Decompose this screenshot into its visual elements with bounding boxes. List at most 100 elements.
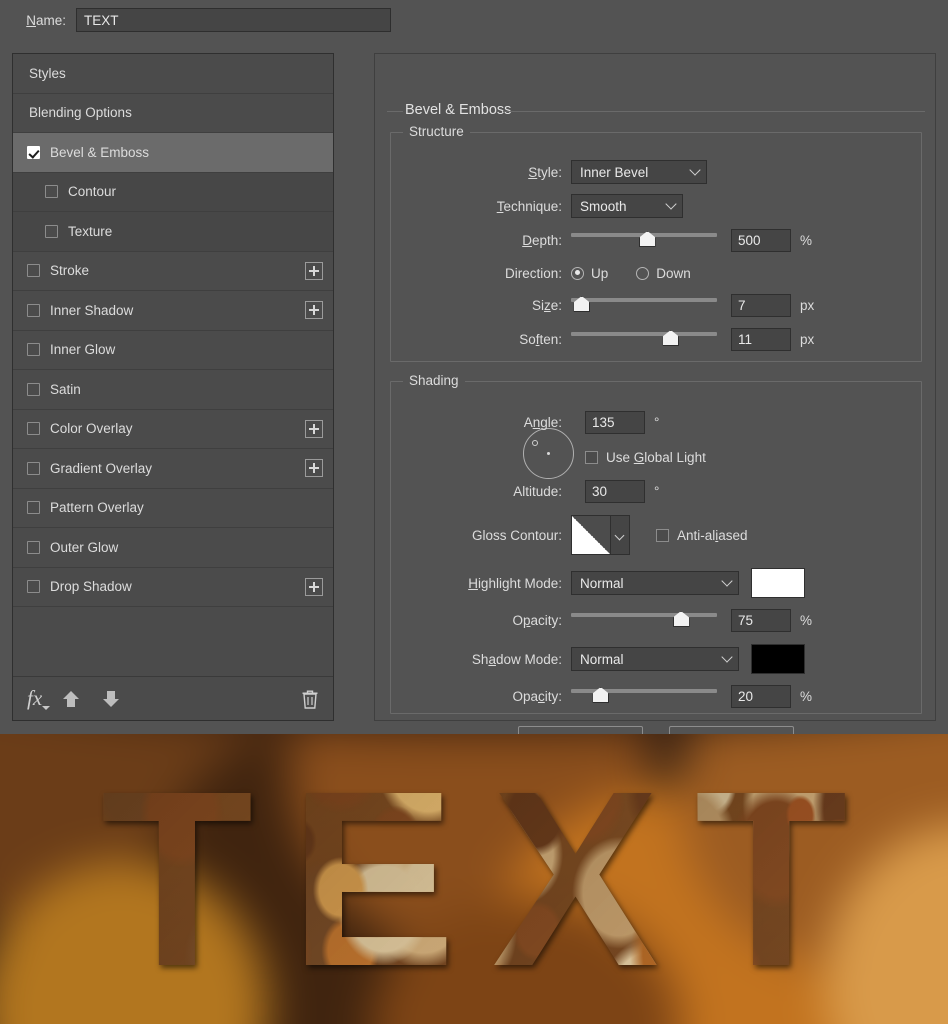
style-row-gradient-overlay[interactable]: Gradient Overlay bbox=[13, 449, 333, 489]
technique-select-wrap[interactable]: Smooth bbox=[571, 194, 683, 218]
style-select-wrap[interactable]: Inner Bevel bbox=[571, 160, 707, 184]
direction-up-radio[interactable] bbox=[571, 267, 584, 280]
style-row-label: Blending Options bbox=[29, 105, 132, 120]
shadow-color-swatch[interactable] bbox=[751, 644, 805, 674]
highlight-mode-row: Highlight Mode: Normal bbox=[391, 567, 921, 599]
highlight-opacity-slider[interactable] bbox=[571, 609, 717, 631]
add-effect-icon[interactable] bbox=[305, 262, 323, 280]
move-down-icon[interactable] bbox=[102, 689, 122, 709]
style-row-label: Inner Shadow bbox=[50, 303, 133, 318]
style-row-label: Inner Glow bbox=[50, 342, 115, 357]
style-checkbox[interactable] bbox=[45, 225, 58, 238]
style-select[interactable]: Inner Bevel bbox=[571, 160, 707, 184]
highlight-mode-select[interactable]: Normal bbox=[571, 571, 739, 595]
shadow-opacity-input[interactable] bbox=[731, 685, 791, 708]
depth-label: Depth: bbox=[391, 233, 571, 248]
style-row-inner-glow[interactable]: Inner Glow bbox=[13, 331, 333, 371]
style-label: Style: bbox=[391, 165, 571, 180]
style-row-inner-shadow[interactable]: Inner Shadow bbox=[13, 291, 333, 331]
direction-row: Direction: Up Down bbox=[391, 260, 921, 286]
style-row-satin[interactable]: Satin bbox=[13, 370, 333, 410]
highlight-opacity-input[interactable] bbox=[731, 609, 791, 632]
shadow-opacity-slider[interactable] bbox=[571, 685, 717, 707]
add-effect-icon[interactable] bbox=[305, 301, 323, 319]
style-checkbox[interactable] bbox=[27, 146, 40, 159]
style-row-outer-glow[interactable]: Outer Glow bbox=[13, 528, 333, 568]
style-checkbox[interactable] bbox=[27, 580, 40, 593]
style-row-drop-shadow[interactable]: Drop Shadow bbox=[13, 568, 333, 608]
use-global-light-label: Use Global Light bbox=[606, 450, 706, 465]
shadow-mode-select[interactable]: Normal bbox=[571, 647, 739, 671]
trash-icon[interactable] bbox=[301, 689, 319, 709]
style-row-pattern-overlay[interactable]: Pattern Overlay bbox=[13, 489, 333, 529]
layer-style-dialog: Name: Styles Blending Options Bevel & Embo… bbox=[0, 0, 948, 730]
add-effect-icon[interactable] bbox=[305, 420, 323, 438]
style-checkbox[interactable] bbox=[27, 304, 40, 317]
direction-down-radio[interactable] bbox=[636, 267, 649, 280]
use-global-light-checkbox[interactable] bbox=[585, 451, 598, 464]
layer-name-input[interactable] bbox=[76, 8, 391, 32]
gloss-contour-row: Gloss Contour: Anti-aliased bbox=[391, 514, 921, 556]
style-checkbox[interactable] bbox=[27, 383, 40, 396]
depth-slider[interactable] bbox=[571, 229, 717, 251]
shading-legend: Shading bbox=[403, 373, 465, 388]
structure-group: Structure Style: Inner Bevel Technique: … bbox=[390, 132, 922, 362]
angle-input[interactable] bbox=[585, 411, 645, 434]
shadow-mode-select-wrap[interactable]: Normal bbox=[571, 647, 739, 671]
style-row-blending-options[interactable]: Blending Options bbox=[13, 94, 333, 134]
style-row-stroke[interactable]: Stroke bbox=[13, 252, 333, 292]
preview-text: TEXT bbox=[0, 734, 948, 1024]
gloss-contour-dropdown[interactable] bbox=[611, 515, 630, 555]
shadow-opacity-slider-track bbox=[571, 689, 717, 693]
style-checkbox[interactable] bbox=[45, 185, 58, 198]
highlight-opacity-label: Opacity: bbox=[391, 613, 571, 628]
style-row-styles[interactable]: Styles bbox=[13, 54, 333, 94]
soften-slider[interactable] bbox=[571, 328, 717, 350]
styles-list-empty-area bbox=[13, 642, 333, 677]
bevel-emboss-options-panel: Bevel & Emboss Structure Style: Inner Be… bbox=[374, 53, 936, 721]
shadow-mode-label: Shadow Mode: bbox=[391, 652, 571, 667]
styles-list-panel: Styles Blending Options Bevel & Emboss Cont… bbox=[12, 53, 334, 721]
style-row-label: Contour bbox=[68, 184, 116, 199]
gloss-contour-label: Gloss Contour: bbox=[391, 528, 571, 543]
soften-input[interactable] bbox=[731, 328, 791, 351]
document-preview: TEXT bbox=[0, 734, 948, 1024]
style-checkbox[interactable] bbox=[27, 422, 40, 435]
gloss-contour-swatch[interactable] bbox=[571, 515, 611, 555]
size-input[interactable] bbox=[731, 294, 791, 317]
style-checkbox[interactable] bbox=[27, 462, 40, 475]
style-row-color-overlay[interactable]: Color Overlay bbox=[13, 410, 333, 450]
style-row-label: Satin bbox=[50, 382, 81, 397]
style-checkbox[interactable] bbox=[27, 343, 40, 356]
altitude-label: Altitude: bbox=[391, 484, 571, 499]
preview-letter: T bbox=[695, 754, 848, 1004]
style-checkbox[interactable] bbox=[27, 541, 40, 554]
use-global-light-row: Use Global Light bbox=[391, 444, 921, 470]
style-checkbox[interactable] bbox=[27, 501, 40, 514]
shading-group: Shading Angle: ° Use Global Light Altitu… bbox=[390, 381, 922, 714]
anti-aliased-checkbox[interactable] bbox=[656, 529, 669, 542]
style-row-label: Gradient Overlay bbox=[50, 461, 152, 476]
highlight-mode-select-wrap[interactable]: Normal bbox=[571, 571, 739, 595]
technique-select[interactable]: Smooth bbox=[571, 194, 683, 218]
altitude-input[interactable] bbox=[585, 480, 645, 503]
name-row: Name: bbox=[0, 0, 948, 40]
add-effect-icon[interactable] bbox=[305, 578, 323, 596]
size-slider[interactable] bbox=[571, 294, 717, 316]
style-row-label: Pattern Overlay bbox=[50, 500, 144, 515]
depth-input[interactable] bbox=[731, 229, 791, 252]
move-up-icon[interactable] bbox=[62, 689, 82, 709]
style-row-bevel-emboss[interactable]: Bevel & Emboss bbox=[13, 133, 333, 173]
style-row-texture[interactable]: Texture bbox=[13, 212, 333, 252]
options-title: Bevel & Emboss bbox=[405, 102, 511, 118]
add-effect-icon[interactable] bbox=[305, 459, 323, 477]
style-row-label: Stroke bbox=[50, 263, 89, 278]
style-row-label: Outer Glow bbox=[50, 540, 118, 555]
fx-icon[interactable]: fx bbox=[27, 686, 42, 711]
size-slider-track bbox=[571, 298, 717, 302]
highlight-opacity-row: Opacity: % bbox=[391, 607, 921, 633]
style-row-contour[interactable]: Contour bbox=[13, 173, 333, 213]
highlight-color-swatch[interactable] bbox=[751, 568, 805, 598]
size-unit: px bbox=[800, 298, 814, 313]
style-checkbox[interactable] bbox=[27, 264, 40, 277]
